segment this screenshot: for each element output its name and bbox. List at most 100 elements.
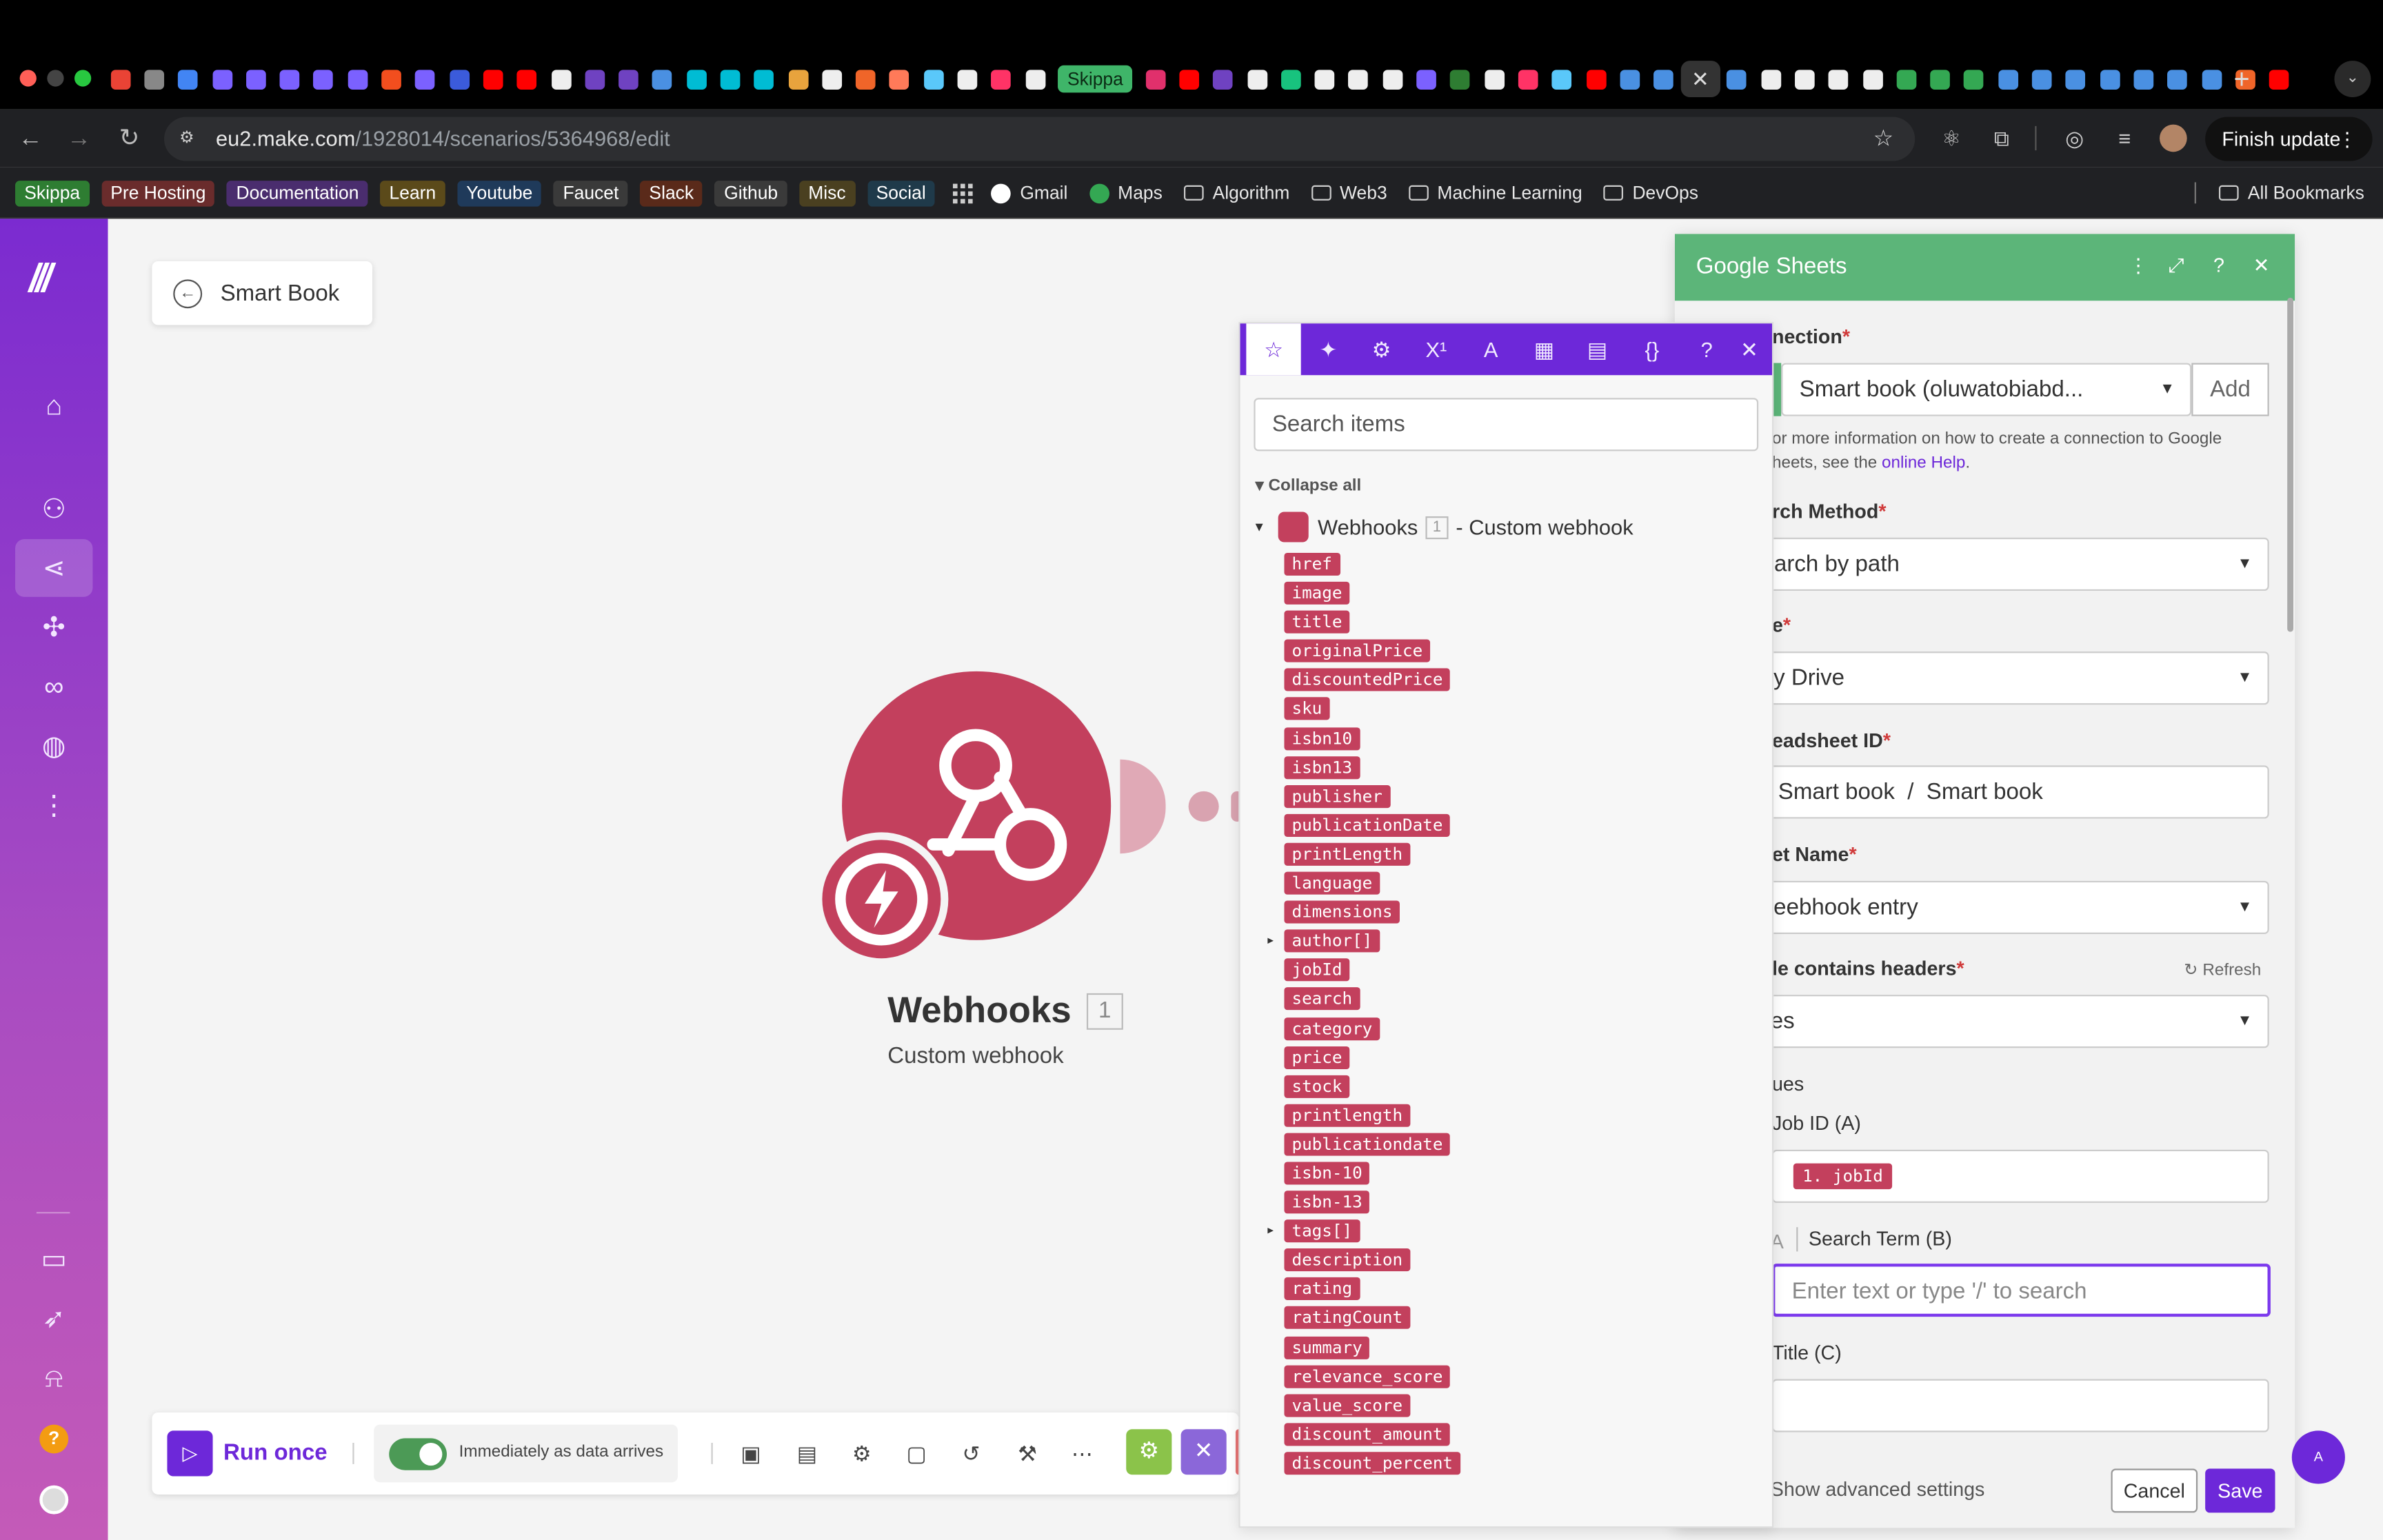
mapping-close-icon[interactable]: ✕ (1727, 323, 1772, 375)
text-function-icon[interactable]: A (1464, 323, 1518, 375)
browser-tab[interactable] (1477, 65, 1511, 93)
docs-book-icon[interactable]: ▭ (15, 1230, 92, 1288)
browser-tab[interactable] (2195, 65, 2229, 93)
browser-tab[interactable] (1754, 65, 1788, 93)
tab-skippa[interactable]: Skippa (1058, 65, 1133, 93)
mapped-jobid-pill[interactable]: 1. jobId (1793, 1163, 1893, 1190)
bookmark-faucet[interactable]: Faucet (554, 180, 628, 206)
bookmark-star-icon[interactable]: ☆ (1873, 125, 1894, 152)
browser-tab[interactable] (442, 65, 476, 93)
mappable-item-pill[interactable]: publicationdate (1284, 1133, 1451, 1156)
browser-tab[interactable] (1856, 65, 1889, 93)
new-tab-button[interactable]: + (2228, 62, 2255, 95)
notifications-bell-icon[interactable]: ⍾ (15, 1348, 92, 1406)
expand-icon[interactable]: ⤢ (2164, 254, 2189, 278)
browser-tab[interactable] (1923, 65, 1957, 93)
browser-tab[interactable] (747, 65, 781, 93)
browser-tab[interactable] (1889, 65, 1923, 93)
mappable-item-pill[interactable]: isbn-10 (1284, 1162, 1370, 1185)
bookmark-social[interactable]: Social (867, 180, 935, 206)
bookmark-github[interactable]: Github (714, 180, 787, 206)
mappable-item-pill[interactable]: discountedPrice (1284, 669, 1451, 692)
panel-scrollbar[interactable] (2287, 297, 2293, 632)
panel-close-icon[interactable]: ✕ (2249, 254, 2273, 278)
flow-control-icon[interactable]: ✕ (1180, 1429, 1227, 1475)
settings-gear-icon[interactable]: ⚙ (847, 1438, 877, 1468)
panel-help-icon[interactable]: ? (2206, 254, 2231, 278)
media-control-icon[interactable]: ≡ (2111, 125, 2138, 152)
maximize-window-button[interactable] (74, 70, 92, 87)
browser-tab[interactable] (679, 65, 713, 93)
browser-tab[interactable] (1138, 65, 1172, 93)
address-bar[interactable]: ⚙ eu2.make.com/1928014/scenarios/5364968… (164, 116, 1916, 161)
browser-tab[interactable] (1308, 65, 1342, 93)
mappable-item-pill[interactable]: publisher (1284, 784, 1390, 808)
tab-search-icon[interactable]: ⌄ (2334, 61, 2371, 98)
headers-select[interactable]: es ▼ (1747, 995, 2269, 1048)
mappable-item-pill[interactable]: jobId (1284, 958, 1350, 982)
browser-tab[interactable] (1206, 65, 1240, 93)
mappable-item-pill[interactable]: value_score (1284, 1393, 1411, 1417)
bookmark-maps[interactable]: Maps (1089, 182, 1163, 203)
mappable-item-pill[interactable]: rating (1284, 1277, 1360, 1301)
online-help-link[interactable]: online Help (1882, 454, 1965, 472)
mappable-item-pill[interactable]: author[] (1266, 929, 1380, 953)
scheduling-toggle[interactable] (389, 1438, 448, 1470)
more-options-icon[interactable]: ⋯ (1067, 1438, 1097, 1468)
mappable-item-pill[interactable]: language (1284, 871, 1380, 895)
user-avatar[interactable] (39, 1485, 69, 1514)
back-arrow-icon[interactable]: ← (173, 278, 203, 308)
save-button[interactable]: Save (2205, 1468, 2275, 1513)
mappable-item-pill[interactable]: stock (1284, 1075, 1350, 1098)
general-gear-icon[interactable]: ⚙ (1354, 323, 1409, 375)
browser-tab[interactable] (1613, 65, 1647, 93)
mappable-item-pill[interactable]: publicationDate (1284, 813, 1451, 837)
make-logo[interactable]: /// (29, 255, 52, 302)
browser-tab[interactable] (849, 65, 883, 93)
math-function-icon[interactable]: X¹ (1409, 323, 1463, 375)
scenarios-icon[interactable]: ⋖ (15, 539, 93, 597)
search-method-select[interactable]: earch by path ▼ (1747, 537, 2269, 591)
browser-tab[interactable] (171, 65, 205, 93)
spreadsheet-id-field[interactable]: Smart book / Smart book (1760, 765, 2269, 819)
browser-tab[interactable] (985, 65, 1018, 93)
browser-tab[interactable] (713, 65, 747, 93)
scheduling-label[interactable]: Immediately as data arrives (459, 1443, 663, 1461)
templates-icon[interactable]: ✣ (15, 598, 92, 656)
all-bookmarks[interactable]: All Bookmarks (2218, 182, 2364, 203)
browser-tab[interactable] (1545, 65, 1579, 93)
bookmark-documentation[interactable]: Documentation (227, 180, 368, 206)
bookmark-folder-algorithm[interactable]: Algorithm (1183, 182, 1289, 203)
mapping-help-icon[interactable]: ? (1684, 323, 1729, 375)
drive-select[interactable]: y Drive ▼ (1747, 651, 2269, 705)
tools-icon[interactable]: ⚙ (1126, 1429, 1172, 1475)
browser-tab[interactable] (1822, 65, 1856, 93)
browser-tab[interactable] (1579, 65, 1613, 93)
mappable-item-pill[interactable]: href (1284, 552, 1340, 576)
bookmark-learn[interactable]: Learn (380, 180, 445, 206)
json-braces-icon[interactable]: {} (1625, 323, 1679, 375)
mappable-item-pill[interactable]: summary (1284, 1335, 1370, 1359)
ai-sparkle-icon[interactable]: ✦ (1301, 323, 1356, 375)
site-info-icon[interactable]: ⚙ (179, 128, 201, 149)
mappable-item-pill[interactable]: category (1284, 1017, 1380, 1040)
mappable-item-pill[interactable]: originalPrice (1284, 640, 1431, 663)
connections-icon[interactable]: ∞ (15, 658, 92, 716)
mappable-item-pill[interactable]: isbn-13 (1284, 1191, 1370, 1214)
back-icon[interactable]: ← (12, 121, 49, 158)
browser-menu-icon[interactable]: ⋮ (2337, 117, 2357, 161)
close-window-button[interactable] (19, 70, 37, 87)
browser-tab[interactable] (1647, 65, 1680, 93)
finish-update-button[interactable]: Finish update ⋮ (2205, 116, 2373, 161)
more-icon[interactable]: ⋮ (15, 776, 92, 834)
scenario-name-card[interactable]: ← Smart Book (152, 261, 373, 325)
browser-tab[interactable] (103, 65, 137, 93)
profile-avatar[interactable] (2160, 124, 2187, 152)
browser-tab[interactable] (1240, 65, 1274, 93)
save-icon[interactable]: ▣ (736, 1438, 766, 1468)
magic-wand-icon[interactable]: ⚒ (1012, 1438, 1043, 1468)
browser-tab[interactable] (1342, 65, 1376, 93)
active-tab-close-icon[interactable]: ✕ (1680, 61, 1720, 98)
mappable-item-pill[interactable]: printlength (1284, 1104, 1411, 1127)
browser-tab[interactable] (239, 65, 272, 93)
